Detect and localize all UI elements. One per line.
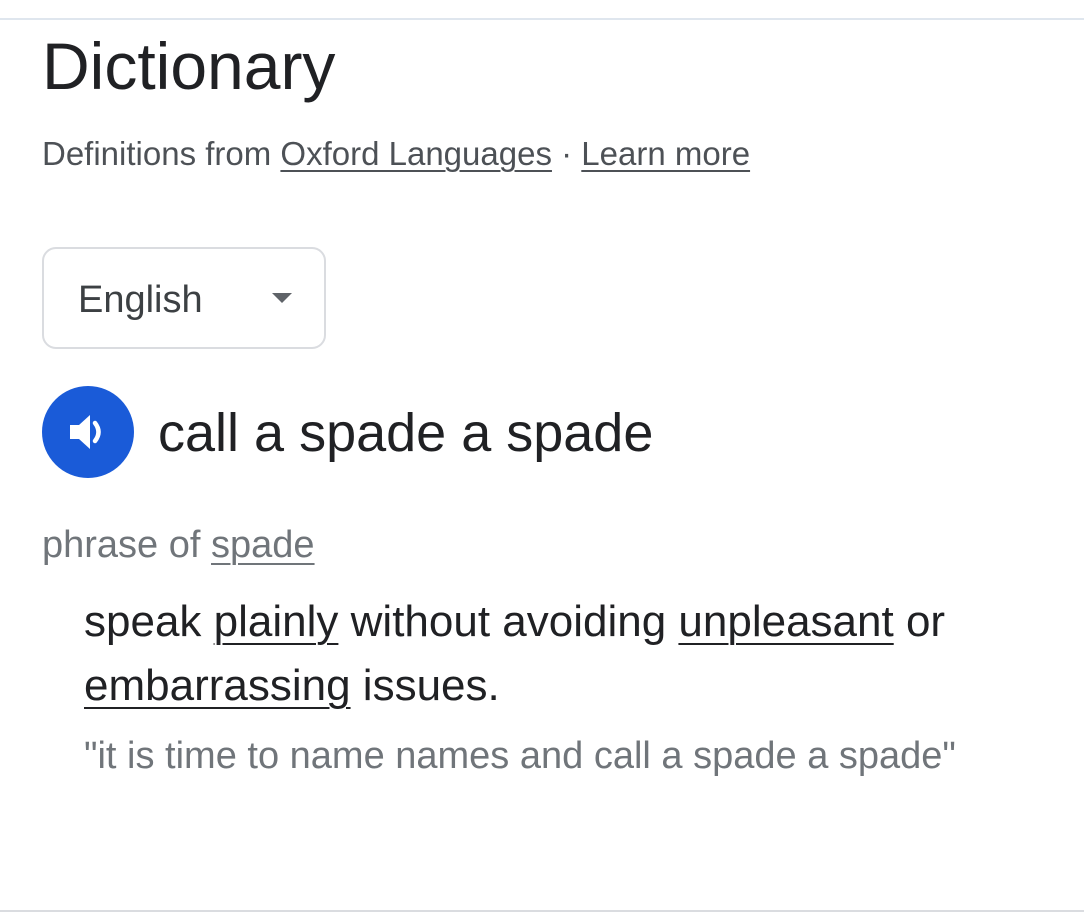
bottom-divider — [0, 910, 1084, 912]
definition-text: without avoiding — [350, 597, 667, 646]
speaker-icon — [70, 415, 101, 449]
spade-link[interactable]: spade — [211, 524, 315, 566]
definition-text: or — [905, 597, 946, 646]
language-select[interactable]: English — [42, 247, 326, 349]
definition: speak plainly without avoiding unpleasan… — [84, 590, 1064, 718]
plainly-link[interactable]: plainly — [214, 597, 339, 646]
page-title: Dictionary — [42, 29, 336, 103]
separator: · — [561, 135, 573, 172]
source-line: Definitions from Oxford Languages · Lear… — [42, 134, 750, 174]
headword: call a spade a spade — [158, 403, 654, 463]
part-of-speech: phrase of spade — [42, 522, 315, 568]
top-divider — [0, 18, 1084, 20]
pronunciation-audio-button[interactable] — [42, 386, 134, 478]
pos-prefix: phrase of — [42, 524, 201, 566]
unpleasant-link[interactable]: unpleasant — [678, 597, 893, 646]
definition-text: speak — [84, 597, 202, 646]
oxford-languages-link[interactable]: Oxford Languages — [280, 135, 552, 172]
example-sentence: "it is time to name names and call a spa… — [84, 735, 956, 777]
definition-text: issues. — [362, 661, 500, 710]
chevron-down-icon — [272, 293, 292, 303]
embarrassing-link[interactable]: embarrassing — [84, 661, 351, 710]
language-select-value: English — [78, 279, 203, 321]
learn-more-link[interactable]: Learn more — [581, 135, 750, 172]
source-prefix: Definitions from — [42, 135, 272, 172]
